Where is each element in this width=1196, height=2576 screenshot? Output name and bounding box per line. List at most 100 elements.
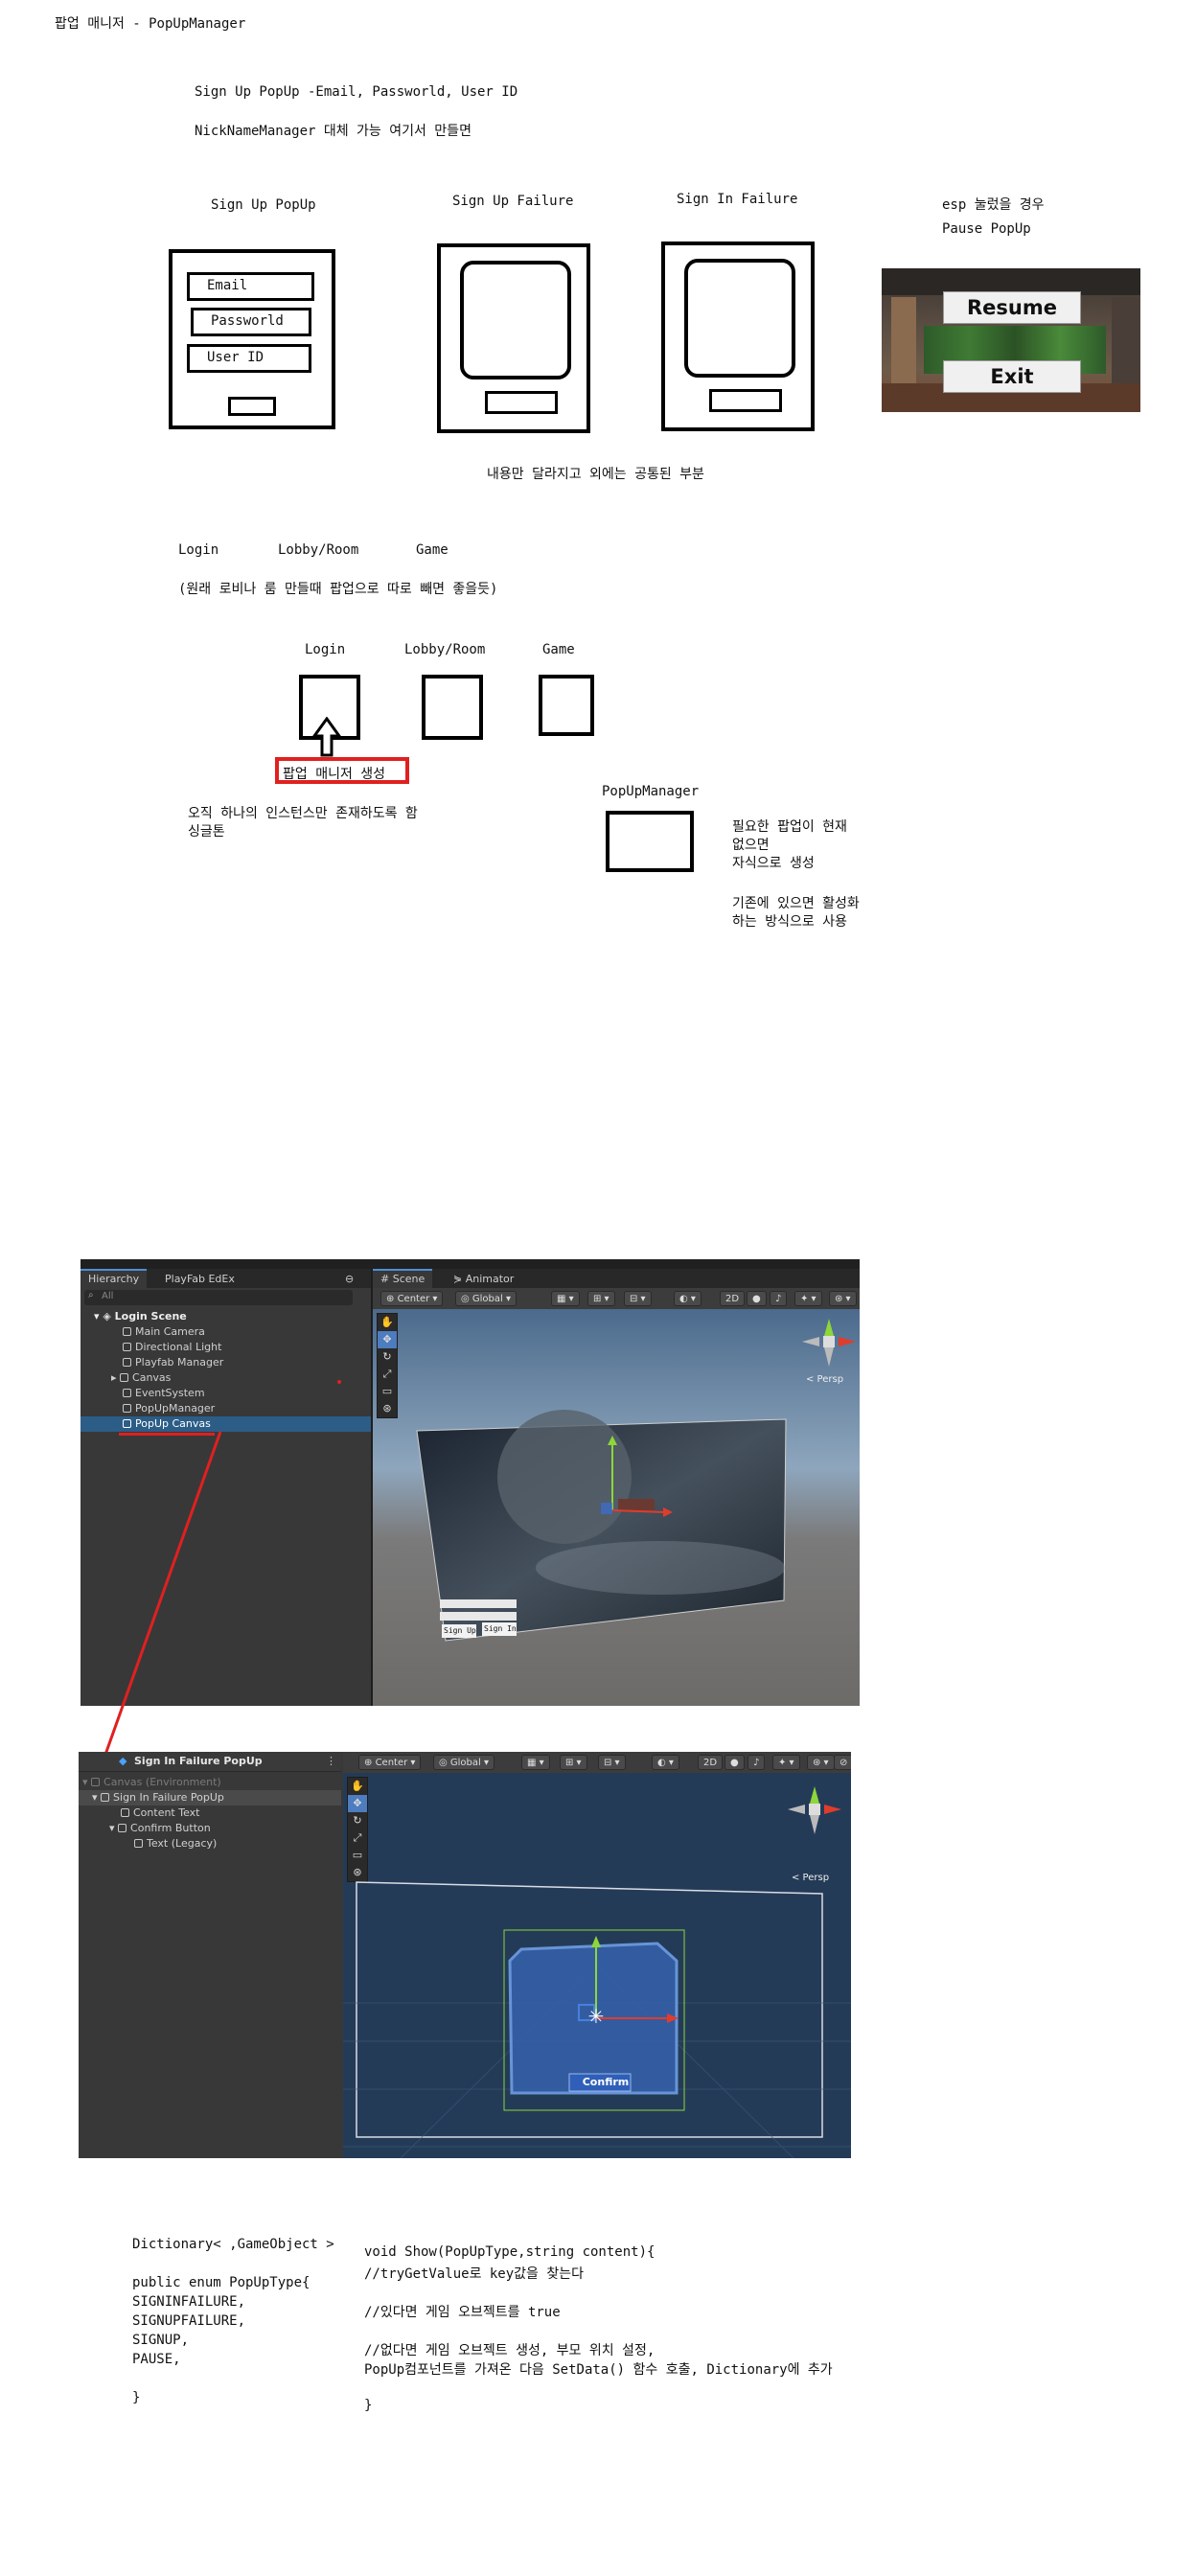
- manager-note-line: 하는 방식으로 사용: [732, 914, 847, 930]
- hierarchy-item[interactable]: ▸ Canvas: [80, 1370, 371, 1386]
- effects-icon[interactable]: ✦ ▾: [794, 1291, 822, 1306]
- note-line-2: NickNameManager 대체 가능 여기서 만들면: [195, 124, 472, 139]
- signin-mini-button: Sign In: [484, 1624, 517, 1633]
- lock-icon[interactable]: ⊖ ⋮: [337, 1271, 371, 1302]
- scene-viewport[interactable]: ✋ ✥ ↻ ⤢ ▭ ⊛ Sign Up Sign In < Persp: [373, 1309, 860, 1706]
- scene-toolbar: ⊕ Center ▾ ◎ Global ▾ ▦ ▾ ⊞ ▾ ⊟ ▾ ◐ ▾ 2D…: [343, 1752, 851, 1773]
- signup-popup-title: Sign Up PopUp: [211, 197, 316, 213]
- lighting-icon[interactable]: ●: [747, 1291, 767, 1306]
- persp-label[interactable]: < Persp: [806, 1374, 843, 1385]
- gameobject-icon: [123, 1358, 131, 1367]
- signup-mini-button: Sign Up: [444, 1626, 476, 1635]
- audio-icon[interactable]: ♪: [770, 1291, 788, 1306]
- red-dot: [337, 1380, 341, 1384]
- scene-toolbar: ⊕ Center ▾ ◎ Global ▾ ▦ ▾ ⊞ ▾ ⊟ ▾ ◐ ▾ 2D…: [373, 1288, 860, 1309]
- esc-note-1: esp 눌렀을 경우: [942, 197, 1045, 213]
- esc-note-2: Pause PopUp: [942, 221, 1031, 237]
- lighting-icon[interactable]: ●: [724, 1755, 745, 1770]
- lobby-scene-box: [422, 675, 483, 740]
- search-placeholder: All: [102, 1291, 114, 1301]
- code-line: SIGNUPFAILURE,: [132, 2313, 246, 2329]
- exit-button[interactable]: Exit: [943, 360, 1081, 393]
- audio-icon[interactable]: ♪: [748, 1755, 766, 1770]
- gizmos-icon[interactable]: ⊛ ▾: [807, 1755, 835, 1770]
- tab-hierarchy[interactable]: Hierarchy: [80, 1269, 148, 1288]
- increment-icon[interactable]: ⊟ ▾: [598, 1755, 626, 1770]
- pivot-center-dropdown[interactable]: ⊕ Center ▾: [358, 1755, 422, 1770]
- gizmos-icon[interactable]: ⊛ ▾: [829, 1291, 857, 1306]
- hierarchy-item[interactable]: Playfab Manager: [80, 1355, 371, 1370]
- hierarchy-item-label: Canvas: [132, 1371, 172, 1384]
- tab-scene[interactable]: # Scene: [373, 1269, 433, 1288]
- toggle-2d-button[interactable]: 2D: [698, 1755, 724, 1770]
- global-dropdown[interactable]: ◎ Global ▾: [455, 1291, 518, 1306]
- resume-button[interactable]: Resume: [943, 291, 1081, 324]
- confirm-button-label[interactable]: Confirm: [579, 2076, 632, 2088]
- hierarchy-item[interactable]: Main Camera: [80, 1324, 371, 1340]
- game-scene-box: [539, 675, 594, 736]
- orientation-gizmo-icon[interactable]: [800, 1313, 858, 1370]
- hierarchy-item-label: Content Text: [133, 1806, 200, 1819]
- gameobject-icon: [123, 1419, 131, 1428]
- toolbar-label: Center: [375, 1758, 408, 1768]
- prefab-hierarchy-panel: ◆ Sign In Failure PopUp ⋮ ▾ Canvas (Envi…: [79, 1752, 341, 2158]
- toggle-2d-button[interactable]: 2D: [720, 1291, 746, 1306]
- diagram-label-lobby: Lobby/Room: [404, 642, 486, 657]
- gameobject-icon: [118, 1824, 127, 1832]
- grid-icon[interactable]: ▦ ▾: [521, 1755, 550, 1770]
- hierarchy-item[interactable]: ▾ Sign In Failure PopUp: [79, 1790, 341, 1806]
- draw-mode-icon[interactable]: ◐ ▾: [652, 1755, 679, 1770]
- hierarchy-item[interactable]: Text (Legacy): [79, 1836, 341, 1852]
- manager-note-line: 자식으로 생성: [732, 856, 815, 871]
- grid-icon[interactable]: ▦ ▾: [551, 1291, 580, 1306]
- hierarchy-item-label: Text (Legacy): [147, 1837, 218, 1850]
- hierarchy-item[interactable]: ▾ Canvas (Environment): [79, 1775, 341, 1790]
- code-line: SIGNUP,: [132, 2333, 190, 2348]
- manager-box: [606, 811, 694, 872]
- increment-icon[interactable]: ⊟ ▾: [624, 1291, 652, 1306]
- hierarchy-item[interactable]: Content Text: [79, 1806, 341, 1821]
- signup-failure-sketch: [437, 243, 590, 433]
- hierarchy-item-label: Playfab Manager: [135, 1356, 224, 1368]
- hierarchy-item-label: PopUpManager: [135, 1402, 216, 1414]
- gameobject-icon: [123, 1404, 131, 1413]
- prefab-scene-view[interactable]: ⊕ Center ▾ ◎ Global ▾ ▦ ▾ ⊞ ▾ ⊟ ▾ ◐ ▾ 2D…: [343, 1752, 851, 2158]
- persp-label[interactable]: < Persp: [792, 1873, 829, 1883]
- hierarchy-item[interactable]: Directional Light: [80, 1340, 371, 1355]
- code-line: //있다면 게임 오브젝트를 true: [364, 2305, 561, 2320]
- menu-icon[interactable]: ⋮: [326, 1755, 336, 1767]
- manager-note-line: 기존에 있으면 활성화: [732, 896, 860, 911]
- unity-scene-icon: ◈: [103, 1310, 111, 1322]
- tab-playfab[interactable]: PlayFab EdEx: [157, 1271, 242, 1288]
- page-title: 팝업 매니저 - PopUpManager: [55, 16, 246, 32]
- more-icon[interactable]: ⊘: [834, 1755, 851, 1770]
- draw-mode-icon[interactable]: ◐ ▾: [674, 1291, 702, 1306]
- gameobject-icon: [101, 1793, 110, 1802]
- hierarchy-search[interactable]: All ⌕: [84, 1290, 353, 1305]
- code-line: }: [364, 2398, 373, 2413]
- manager-note-line: 필요한 팝업이 현재: [732, 819, 847, 835]
- snap-icon[interactable]: ⊞ ▾: [587, 1291, 615, 1306]
- hierarchy-item[interactable]: ▾ Confirm Button: [79, 1821, 341, 1836]
- orientation-gizmo-icon[interactable]: [786, 1781, 843, 1838]
- scene-label-game: Game: [416, 542, 448, 558]
- code-line: SIGNINFAILURE,: [132, 2294, 246, 2310]
- signup-failure-title: Sign Up Failure: [452, 194, 574, 209]
- hierarchy-item-label: EventSystem: [135, 1387, 205, 1399]
- canvas-quad: [416, 1410, 787, 1642]
- effects-icon[interactable]: ✦ ▾: [772, 1755, 800, 1770]
- snap-icon[interactable]: ⊞ ▾: [560, 1755, 587, 1770]
- global-dropdown[interactable]: ◎ Global ▾: [433, 1755, 495, 1770]
- scene-label-login: Login: [178, 542, 219, 558]
- scene-root[interactable]: ▾ ◈ Login Scene: [80, 1309, 371, 1324]
- tab-animator[interactable]: ⋟ Animator: [446, 1271, 521, 1288]
- prefab-viewport: ✳: [343, 1881, 851, 2158]
- gameobject-icon: [121, 1808, 129, 1817]
- note-line-1: Sign Up PopUp -Email, Passworld, User ID: [195, 84, 518, 100]
- hierarchy-item[interactable]: PopUpManager: [80, 1401, 371, 1416]
- hierarchy-item[interactable]: EventSystem: [80, 1386, 371, 1401]
- pivot-center-dropdown[interactable]: ⊕ Center ▾: [380, 1291, 444, 1306]
- prefab-icon: ◆: [119, 1755, 127, 1767]
- scene-name: Login Scene: [114, 1310, 187, 1322]
- code-line: void Show(PopUpType,string content){: [364, 2244, 656, 2260]
